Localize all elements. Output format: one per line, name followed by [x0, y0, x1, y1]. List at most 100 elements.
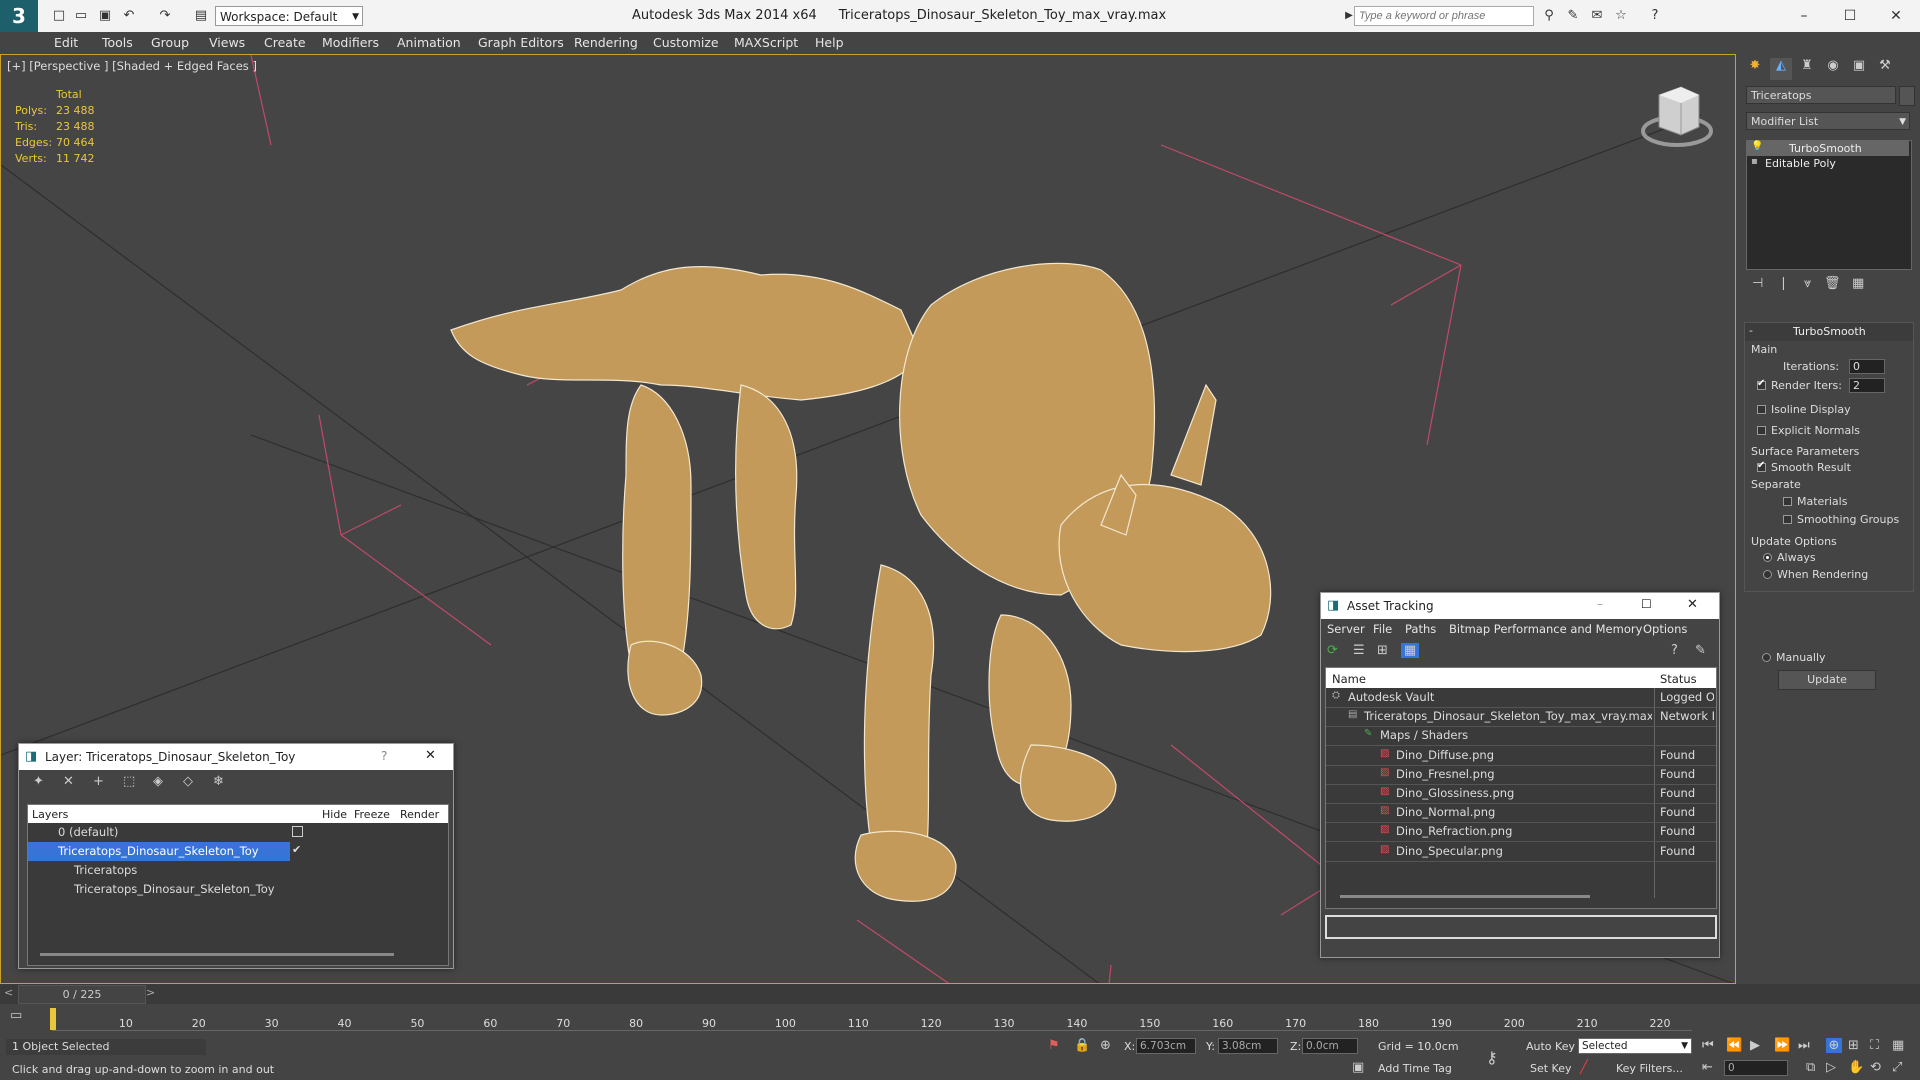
asset-menu-server[interactable]: Server	[1327, 622, 1365, 636]
expand-icon[interactable]: ▪	[1751, 156, 1758, 167]
mini-curve-editor-icon[interactable]: ▭	[10, 1008, 22, 1023]
key-mode-icon[interactable]: ⇤	[1702, 1060, 1713, 1075]
asset-menu-options[interactable]: Options	[1643, 622, 1687, 636]
bulb-icon[interactable]: 💡	[1751, 141, 1763, 152]
menu-animation[interactable]: Animation	[397, 35, 461, 50]
absolute-mode-icon[interactable]: ⊕	[1100, 1038, 1111, 1053]
active-layer-checkbox[interactable]	[292, 826, 303, 837]
horizontal-scrollbar[interactable]	[40, 953, 394, 956]
isoline-display-checkbox[interactable]	[1757, 405, 1766, 414]
smooth-result-checkbox[interactable]	[1757, 460, 1766, 472]
configure-sets-icon[interactable]: ▦	[1852, 276, 1864, 291]
asset-row[interactable]: ⛭ Autodesk Vault Logged Ou	[1326, 688, 1716, 708]
rollout-header[interactable]: - TurboSmooth	[1745, 323, 1913, 341]
create-layer-icon[interactable]: ✦	[33, 774, 44, 789]
zoom-all-icon[interactable]: ⊞	[1848, 1038, 1859, 1053]
menu-views[interactable]: Views	[209, 35, 245, 50]
time-slider[interactable]: < 0 / 225 >	[0, 984, 1920, 1004]
motion-tab-icon[interactable]: ◉	[1822, 58, 1844, 80]
asset-menu-file[interactable]: File	[1373, 622, 1392, 636]
stack-item-editable-poly[interactable]: ▪ Editable Poly	[1747, 156, 1909, 171]
tree-view-icon[interactable]: ⊞	[1377, 643, 1388, 658]
refresh-icon[interactable]: ⟳	[1327, 643, 1338, 658]
show-end-result-icon[interactable]: ❘	[1778, 276, 1789, 291]
highlight-editable-icon[interactable]: ✎	[1695, 643, 1706, 658]
current-frame-marker[interactable]	[50, 1008, 56, 1030]
asset-path-field[interactable]	[1325, 915, 1717, 939]
current-frame-field[interactable]: 0	[1724, 1060, 1788, 1076]
search-input[interactable]	[1354, 6, 1534, 26]
layer-row[interactable]: 0 (default)	[28, 823, 448, 842]
iterations-spinner[interactable]: 0	[1849, 359, 1885, 374]
materials-checkbox[interactable]	[1783, 497, 1792, 506]
asset-row[interactable]: ▨ Dino_Normal.png Found	[1326, 803, 1716, 824]
menu-help[interactable]: Help	[815, 35, 844, 50]
freeze-all-icon[interactable]: ❄	[213, 774, 224, 789]
field-of-view-icon[interactable]: ▷	[1826, 1060, 1836, 1075]
col-layers[interactable]: Layers	[32, 808, 68, 821]
highlight-layer-icon[interactable]: ◈	[153, 774, 163, 789]
create-tab-icon[interactable]: ✸	[1744, 58, 1766, 80]
asset-row[interactable]: ▨ Dino_Diffuse.png Found	[1326, 746, 1716, 766]
pin-stack-icon[interactable]: ⊣	[1752, 276, 1763, 291]
table-view-icon[interactable]: ▦	[1401, 643, 1419, 658]
pan-view-icon[interactable]: ✋	[1848, 1060, 1864, 1075]
object-name-field[interactable]: Triceratops	[1746, 86, 1896, 104]
layer-row-selected[interactable]: Triceratops_Dinosaur_Skeleton_Toy	[28, 842, 290, 861]
asset-row[interactable]: ▨ Dino_Refraction.png Found	[1326, 822, 1716, 843]
object-color-swatch[interactable]	[1899, 86, 1915, 106]
render-iters-checkbox[interactable]	[1757, 378, 1766, 390]
y-coordinate-field[interactable]: 3.08cm	[1218, 1038, 1278, 1054]
minimize-icon[interactable]: –	[1597, 597, 1603, 611]
asset-row[interactable]: ▨ Dino_Glossiness.png Found	[1326, 784, 1716, 804]
subscription-icon[interactable]: ✎	[1564, 9, 1582, 23]
menu-graph-editors[interactable]: Graph Editors	[478, 35, 564, 50]
z-coordinate-field[interactable]: 0.0cm	[1302, 1038, 1358, 1054]
next-frame-icon[interactable]: ⏩	[1774, 1038, 1790, 1053]
close-window-button[interactable]: ✕	[1876, 5, 1916, 27]
menu-rendering[interactable]: Rendering	[574, 35, 638, 50]
when-rendering-radio[interactable]	[1763, 570, 1772, 579]
time-config-icon[interactable]: ⧉	[1806, 1060, 1815, 1075]
layer-row[interactable]: Triceratops_Dinosaur_Skeleton_Toy	[28, 880, 448, 899]
prev-frame-button[interactable]: <	[4, 986, 13, 999]
close-icon[interactable]: ✕	[1687, 597, 1698, 612]
asset-row[interactable]: ▤ Triceratops_Dinosaur_Skeleton_Toy_max_v…	[1326, 707, 1716, 728]
isolate-selection-icon[interactable]: ⚑	[1048, 1038, 1060, 1053]
time-slider-thumb[interactable]: 0 / 225	[18, 985, 146, 1004]
col-freeze[interactable]: Freeze	[354, 808, 390, 821]
time-tag-icon[interactable]: ▣	[1352, 1060, 1364, 1075]
zoom-extents-all-icon[interactable]: ▦	[1892, 1038, 1904, 1053]
add-time-tag[interactable]: Add Time Tag	[1378, 1062, 1452, 1075]
add-to-layer-icon[interactable]: +	[93, 774, 104, 789]
play-icon[interactable]: ▶	[1750, 1038, 1760, 1053]
favorites-star-icon[interactable]: ☆	[1612, 9, 1630, 23]
auto-key-button[interactable]: Auto Key	[1526, 1040, 1575, 1053]
vault-help-icon[interactable]: ?	[1671, 643, 1678, 658]
asset-row[interactable]: ▨ Dino_Fresnel.png Found	[1326, 765, 1716, 785]
maximize-icon[interactable]: ☐	[1641, 597, 1652, 611]
menu-group[interactable]: Group	[151, 35, 189, 50]
layer-dialog-titlebar[interactable]: ◨ Layer: Triceratops_Dinosaur_Skeleton_T…	[19, 744, 453, 770]
menu-tools[interactable]: Tools	[102, 35, 133, 50]
project-folder-icon[interactable]: ▤	[192, 9, 210, 23]
col-status[interactable]: Status	[1660, 672, 1697, 686]
asset-row[interactable]: ▨ Dino_Specular.png Found	[1326, 842, 1716, 862]
col-name[interactable]: Name	[1332, 672, 1366, 686]
list-view-icon[interactable]: ☰	[1353, 643, 1365, 658]
stack-item-turbosmooth[interactable]: 💡 TurboSmooth	[1747, 141, 1909, 156]
asset-row[interactable]: ✎ Maps / Shaders	[1326, 726, 1716, 747]
horizontal-scrollbar[interactable]	[1340, 895, 1590, 898]
modify-tab-icon[interactable]: ◭	[1770, 58, 1792, 80]
update-button[interactable]: Update	[1778, 670, 1876, 690]
menu-maxscript[interactable]: MAXScript	[734, 35, 798, 50]
menu-modifiers[interactable]: Modifiers	[322, 35, 379, 50]
app-logo-icon[interactable]: 3	[0, 0, 38, 32]
utilities-tab-icon[interactable]: ⚒	[1874, 58, 1896, 80]
zoom-icon[interactable]: ⊕	[1826, 1038, 1842, 1053]
set-key-button[interactable]: Set Key	[1530, 1062, 1572, 1075]
hierarchy-tab-icon[interactable]: ♜	[1796, 58, 1818, 80]
delete-layer-icon[interactable]: ✕	[63, 774, 74, 789]
key-set-dropdown[interactable]: Selected ▼	[1578, 1038, 1692, 1054]
workspace-dropdown[interactable]: Workspace: Default ▼	[215, 6, 363, 26]
